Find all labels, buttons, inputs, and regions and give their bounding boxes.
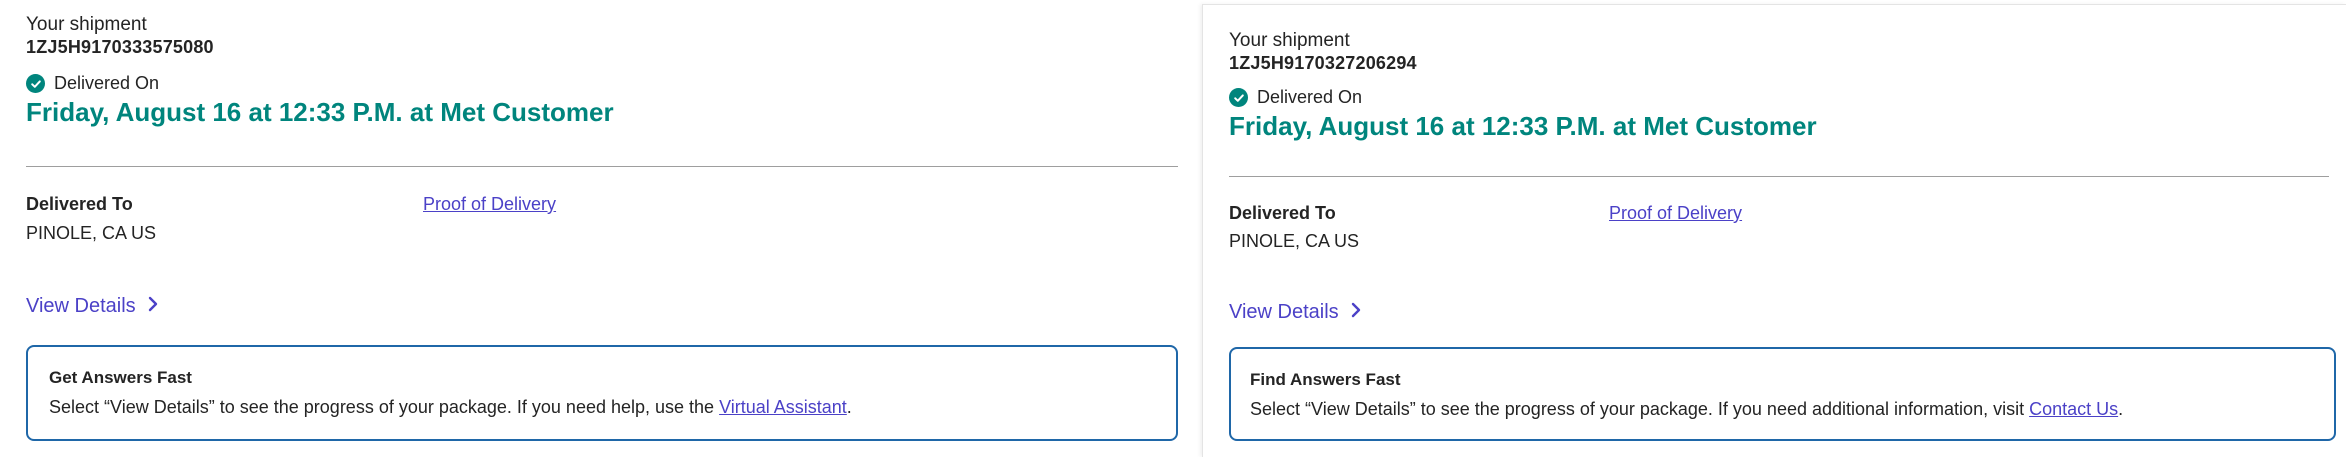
chevron-right-icon <box>148 295 158 318</box>
help-box: Find Answers Fast Select “View Details” … <box>1229 347 2336 441</box>
shipment-panel-right: Your shipment 1ZJ5H9170327206294 Deliver… <box>1202 4 2346 457</box>
tracking-number: 1ZJ5H9170327206294 <box>1229 53 1417 73</box>
status-label: Delivered On <box>54 73 160 93</box>
delivered-to-label: Delivered To <box>1229 203 1336 223</box>
help-box-text-suffix: . <box>846 397 852 417</box>
chevron-right-icon <box>1351 301 1361 324</box>
help-box-text: Select “View Details” to see the progres… <box>49 397 852 418</box>
help-box-text-suffix: . <box>2118 399 2124 419</box>
contact-us-link[interactable]: Contact Us <box>2029 399 2118 419</box>
help-box-text-body: Select “View Details” to see the progres… <box>49 397 720 417</box>
view-details-link[interactable]: View Details <box>26 295 158 318</box>
view-details-label: View Details <box>26 295 136 317</box>
help-box-text: Select “View Details” to see the progres… <box>1250 399 2123 420</box>
delivered-date: Friday, August 16 at 12:33 P.M. at Met C… <box>1229 111 1817 141</box>
check-circle-icon <box>1229 88 1248 107</box>
delivered-to-address: PINOLE, CA US <box>26 223 157 243</box>
tracking-number: 1ZJ5H9170333575080 <box>26 37 214 57</box>
check-circle-icon <box>26 74 45 93</box>
status-label: Delivered On <box>1257 87 1363 107</box>
delivered-to-address: PINOLE, CA US <box>1229 231 1360 251</box>
shipment-panel-left: Your shipment 1ZJ5H9170333575080 Deliver… <box>0 0 1198 457</box>
help-box-title: Get Answers Fast <box>49 368 192 387</box>
divider <box>1229 176 2329 177</box>
delivered-to-label: Delivered To <box>26 194 133 214</box>
help-box-text-body: Select “View Details” to see the progres… <box>1250 399 2030 419</box>
proof-of-delivery-link[interactable]: Proof of Delivery <box>423 194 556 215</box>
shipment-label: Your shipment <box>26 14 147 35</box>
delivery-status: Delivered On <box>1229 87 1362 108</box>
shipment-label: Your shipment <box>1229 30 1350 51</box>
virtual-assistant-link[interactable]: Virtual Assistant <box>719 397 847 417</box>
delivered-date: Friday, August 16 at 12:33 P.M. at Met C… <box>26 97 614 127</box>
view-details-link[interactable]: View Details <box>1229 301 1361 324</box>
proof-of-delivery-link[interactable]: Proof of Delivery <box>1609 203 1742 224</box>
help-box: Get Answers Fast Select “View Details” t… <box>26 345 1178 441</box>
view-details-label: View Details <box>1229 301 1339 323</box>
help-box-title: Find Answers Fast <box>1250 370 1401 389</box>
divider <box>26 166 1178 167</box>
delivery-status: Delivered On <box>26 73 159 94</box>
